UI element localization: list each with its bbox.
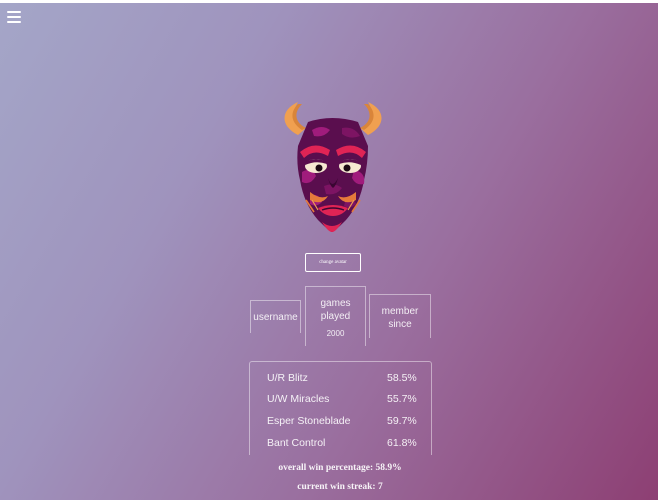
deck-name: U/W Miracles <box>267 393 330 405</box>
games-played-stat: games played 2000 <box>305 286 366 346</box>
games-played-value: 2000 <box>326 329 345 338</box>
current-win-streak: current win streak: 7 <box>297 482 383 492</box>
deck-win-percentage: 58.5% <box>387 372 417 384</box>
deck-row: Esper Stoneblade 59.7% <box>267 415 417 429</box>
member-since-stat: member since <box>369 294 431 338</box>
deck-name: Esper Stoneblade <box>267 415 351 427</box>
deck-name: U/R Blitz <box>267 372 308 384</box>
deck-name: Bant Control <box>267 437 326 449</box>
top-border <box>0 0 658 3</box>
change-avatar-button[interactable]: change avatar <box>305 253 361 272</box>
games-played-label: games played <box>320 298 351 322</box>
deck-win-percentage: 61.8% <box>387 437 417 449</box>
deck-row: U/R Blitz 58.5% <box>267 372 417 386</box>
username-label: username <box>253 311 298 323</box>
menu-line <box>7 16 21 18</box>
demon-mask-avatar-icon <box>284 102 382 232</box>
deck-win-percentage: 59.7% <box>387 415 417 427</box>
username-stat: username <box>250 300 301 333</box>
deck-row: U/W Miracles 55.7% <box>267 393 417 407</box>
hamburger-menu-icon[interactable] <box>7 11 21 23</box>
menu-line <box>7 11 21 13</box>
menu-line <box>7 21 21 23</box>
member-since-label: member since <box>381 306 419 330</box>
deck-stats-table: U/R Blitz 58.5% U/W Miracles 55.7% Esper… <box>249 361 432 455</box>
overall-win-percentage: overall win percentage: 58.9% <box>278 463 402 473</box>
deck-row: Bant Control 61.8% <box>267 437 417 451</box>
deck-win-percentage: 55.7% <box>387 393 417 405</box>
